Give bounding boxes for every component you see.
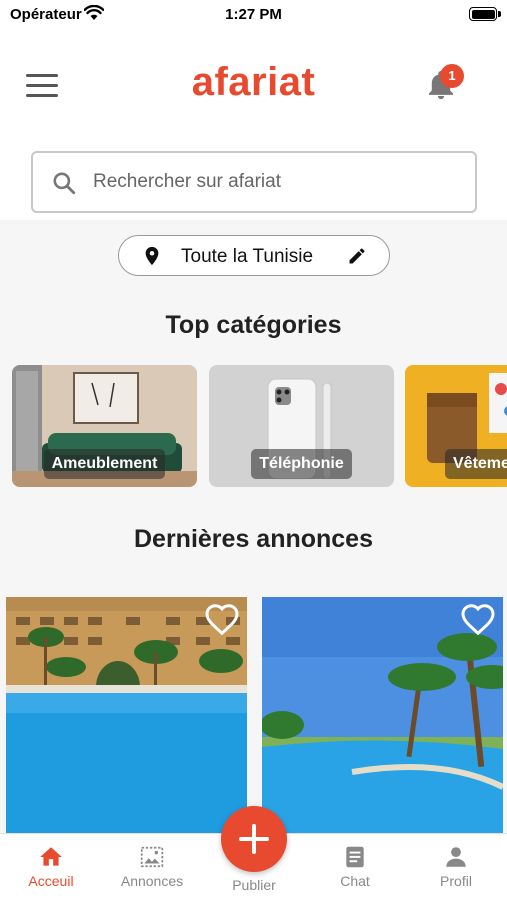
top-categories-title: Top catégories	[165, 311, 342, 339]
nav-label: Chat	[340, 873, 370, 889]
publish-button[interactable]	[221, 806, 287, 872]
app-header: afariat 1	[0, 30, 507, 220]
category-label: Vêteme	[445, 449, 507, 479]
category-label: Ameublement	[43, 449, 166, 479]
location-pin-icon	[145, 246, 159, 266]
heart-icon[interactable]	[460, 602, 496, 636]
search-input[interactable]	[93, 163, 463, 201]
category-card-phones[interactable]: Téléphonie	[209, 365, 394, 487]
gallery-icon	[140, 846, 164, 868]
battery-icon	[469, 7, 501, 21]
profile-icon	[446, 847, 466, 867]
clock: 1:27 PM	[225, 6, 282, 23]
location-label: Toute la Tunisie	[181, 246, 314, 267]
plus-icon	[239, 824, 269, 854]
listings-grid	[6, 597, 507, 837]
listing-card[interactable]	[6, 597, 247, 837]
status-bar: Opérateur 1:27 PM	[0, 0, 507, 30]
nav-profile[interactable]: Profil	[406, 844, 506, 889]
category-card-furniture[interactable]: Ameublement	[12, 365, 197, 487]
notification-badge: 1	[440, 64, 464, 88]
home-icon	[40, 847, 62, 866]
search-icon	[53, 172, 76, 195]
nav-chat[interactable]: Chat	[305, 844, 405, 889]
location-selector[interactable]: Toute la Tunisie	[118, 235, 390, 276]
nav-home[interactable]: Acceuil	[1, 844, 101, 889]
category-label: Téléphonie	[251, 449, 352, 479]
categories-carousel[interactable]: Ameublement Téléphonie Vêteme	[12, 365, 507, 487]
nav-listings[interactable]: Annonces	[102, 844, 202, 889]
category-card-clothing[interactable]: Vêteme	[405, 365, 507, 487]
nav-label: Annonces	[120, 873, 184, 889]
nav-label: Profil	[440, 873, 472, 889]
edit-pencil-icon	[349, 248, 365, 264]
nav-label: Acceuil	[28, 873, 74, 889]
latest-listings-title: Dernières annonces	[134, 525, 373, 553]
notifications-button[interactable]: 1	[424, 64, 464, 106]
publish-label: Publier	[232, 877, 276, 893]
heart-icon[interactable]	[204, 602, 240, 636]
search-bar[interactable]	[31, 151, 477, 213]
chat-icon	[346, 846, 364, 868]
listing-card[interactable]	[262, 597, 503, 837]
